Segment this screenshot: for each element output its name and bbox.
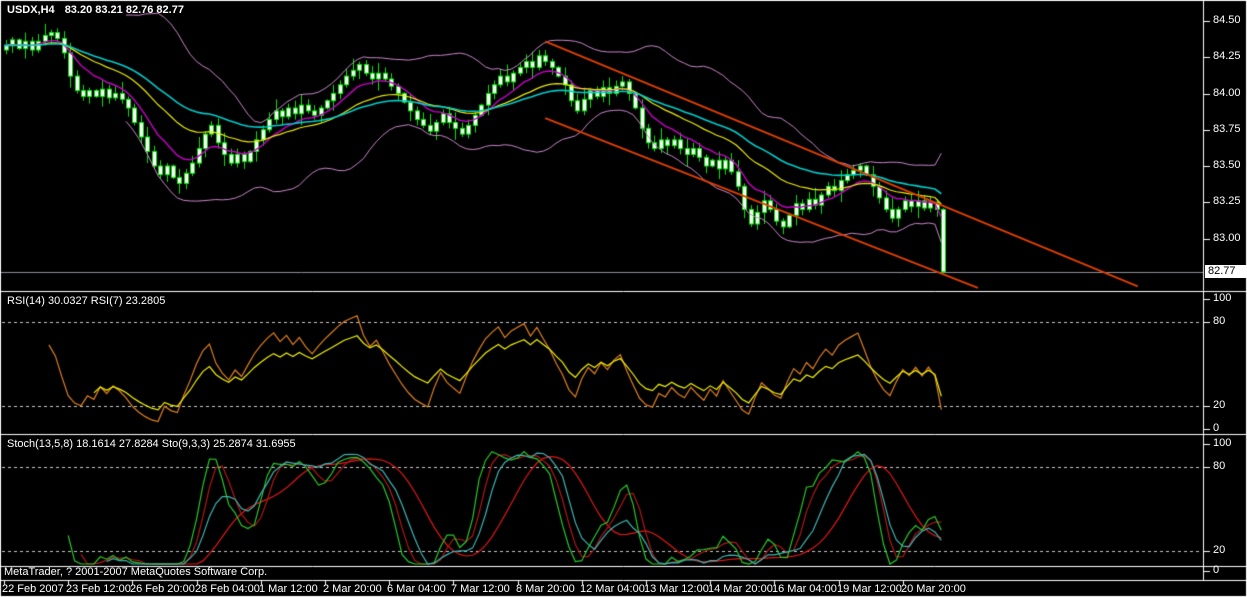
time-axis-label: 1 Mar 12:00 (259, 583, 318, 595)
price-axis-label: 83.50 (1213, 159, 1241, 171)
chart-title: USDX,H4 83.20 83.21 82.76 82.77 (7, 4, 194, 17)
time-axis-label: 23 Feb 12:00 (66, 583, 131, 595)
copyright-text: MetaTrader, ? 2001-2007 MetaQuotes Softw… (4, 566, 268, 578)
time-axis-label: 16 Mar 04:00 (772, 583, 837, 595)
price-axis-label: 84.50 (1213, 14, 1241, 26)
symbol-period-label: USDX,H4 (7, 4, 55, 16)
time-axis-label: 22 Feb 2007 (2, 583, 64, 595)
price-axis-label: 83.00 (1213, 232, 1241, 244)
stoch-axis-label: 100 (1213, 437, 1232, 449)
stoch-axis-label: 80 (1213, 460, 1226, 472)
rsi-axis-label: 80 (1213, 315, 1226, 327)
time-axis-label: 7 Mar 12:00 (451, 583, 510, 595)
price-axis-label: 84.00 (1213, 87, 1241, 99)
time-axis-label: 8 Mar 20:00 (516, 583, 575, 595)
stoch-axis-label: 0 (1213, 564, 1220, 576)
price-axis-label: 83.75 (1213, 123, 1241, 135)
stoch-indicator-label: Stoch(13,5,8) 18.1614 27.8284 Sto(9,3,3)… (7, 438, 296, 450)
rsi-indicator-label: RSI(14) 30.0327 RSI(7) 23.2805 (7, 295, 166, 307)
stoch-axis-label: 20 (1213, 544, 1226, 556)
price-axis-label: 83.25 (1213, 195, 1241, 207)
time-axis-label: 28 Feb 04:00 (195, 583, 260, 595)
time-axis-label: 12 Mar 04:00 (580, 583, 645, 595)
time-axis-label: 14 Mar 20:00 (708, 583, 773, 595)
price-axis-label: 84.25 (1213, 50, 1241, 62)
time-axis-label: 26 Feb 20:00 (130, 583, 195, 595)
mt4-chart-window: USDX,H4 83.20 83.21 82.76 82.77 RSI(14) 3… (0, 0, 1247, 597)
ohlc-values: 83.20 83.21 82.76 82.77 (64, 4, 184, 16)
rsi-axis-label: 20 (1213, 399, 1226, 411)
time-axis-label: 2 Mar 20:00 (323, 583, 382, 595)
time-axis-label: 20 Mar 20:00 (901, 583, 966, 595)
time-axis-label: 13 Mar 12:00 (644, 583, 709, 595)
rsi-axis-label: 0 (1213, 422, 1220, 434)
current-price-tag: 82.77 (1205, 265, 1247, 278)
chart-canvas[interactable] (0, 0, 1247, 597)
time-axis-label: 19 Mar 12:00 (837, 583, 902, 595)
time-axis-label: 6 Mar 04:00 (387, 583, 446, 595)
rsi-axis-label: 100 (1213, 292, 1232, 304)
